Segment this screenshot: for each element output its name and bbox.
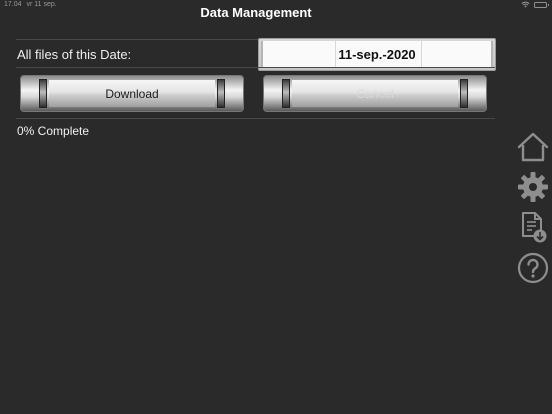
date-segment-divider bbox=[421, 41, 422, 68]
home-icon[interactable] bbox=[516, 130, 550, 164]
date-picker-inner: 11-sep.-2020 bbox=[261, 41, 493, 68]
divider-middle bbox=[16, 67, 495, 68]
download-button-label: Download bbox=[105, 86, 159, 101]
wifi-icon bbox=[521, 1, 530, 8]
date-segment-divider bbox=[335, 41, 336, 68]
document-download-icon[interactable] bbox=[516, 210, 550, 244]
gear-icon[interactable] bbox=[516, 170, 550, 204]
status-indicators bbox=[521, 1, 549, 8]
cancel-button[interactable]: Cancel bbox=[263, 75, 487, 112]
button-cap-right bbox=[460, 79, 468, 108]
date-row-label: All files of this Date: bbox=[17, 47, 132, 62]
page-title: Data Management bbox=[200, 5, 312, 20]
battery-icon bbox=[534, 1, 549, 8]
download-button[interactable]: Download bbox=[20, 75, 244, 112]
divider-bottom bbox=[16, 118, 495, 119]
button-cap-right bbox=[217, 79, 225, 108]
button-face: Cancel bbox=[292, 80, 458, 107]
cancel-button-label: Cancel bbox=[356, 86, 394, 101]
date-value: 11-sep.-2020 bbox=[338, 47, 416, 62]
button-cap-left bbox=[39, 79, 47, 108]
button-face: Download bbox=[49, 80, 215, 107]
help-icon[interactable] bbox=[516, 251, 550, 285]
button-cap-left bbox=[282, 79, 290, 108]
progress-text: 0% Complete bbox=[17, 124, 90, 138]
